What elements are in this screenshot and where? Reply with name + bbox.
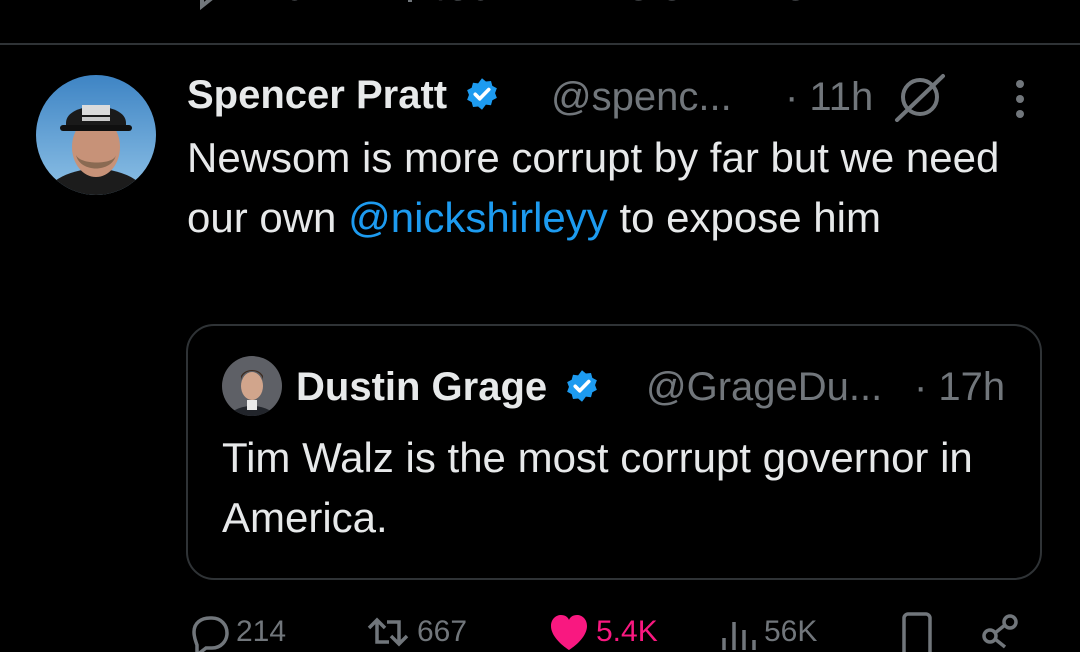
views-button[interactable]: 56K [718, 612, 817, 652]
avatar[interactable] [36, 75, 156, 195]
verified-badge-icon [567, 370, 598, 402]
share-icon[interactable] [1000, 0, 1030, 23]
share-button[interactable] [980, 612, 1026, 652]
bookmark-icon[interactable] [900, 0, 936, 23]
tweet-time[interactable]: · 11h [785, 70, 873, 124]
views-count: 56K [764, 615, 818, 648]
reply-icon[interactable] [192, 0, 236, 23]
author-handle[interactable]: @spenc... [551, 70, 732, 124]
quote-author-handle[interactable]: @GrageDu... [646, 360, 882, 414]
previous-tweet-actions: 110 450 13.3K 181K [0, 0, 1080, 12]
quote-author-name-text: Dustin Grage [296, 365, 548, 409]
author-name-text: Spencer Pratt [187, 73, 448, 117]
like-button[interactable]: 5.4K [548, 612, 658, 652]
author-name[interactable]: Spencer Pratt [187, 68, 500, 122]
bookmark-icon [902, 612, 932, 652]
reply-count: 110 [242, 0, 306, 12]
share-icon [982, 614, 1018, 649]
repost-button[interactable]: 667 [365, 612, 467, 652]
views-count: 181K [762, 0, 855, 12]
reply-icon [192, 616, 229, 652]
repost-count: 450 [425, 0, 492, 12]
repost-icon [367, 617, 409, 647]
more-icon[interactable] [1005, 78, 1035, 120]
mention-link[interactable]: @nickshirleyy [348, 194, 608, 241]
verified-badge-icon [467, 78, 498, 110]
repost-icon[interactable] [370, 0, 420, 23]
quote-avatar[interactable] [222, 356, 282, 416]
views-icon[interactable] [723, 0, 759, 23]
like-icon[interactable] [553, 0, 597, 23]
reply-button[interactable]: 214 [190, 612, 286, 652]
quote-text: Tim Walz is the most corrupt governor in… [222, 434, 973, 541]
heart-filled-icon [551, 615, 587, 650]
quote-time[interactable]: · 17h [914, 360, 1005, 414]
tweet-actions: 214 667 5.4K 56K [0, 612, 1080, 652]
quote-author-name[interactable]: Dustin Grage [296, 360, 600, 414]
tweet-text: Newsom is more corrupt by far but we nee… [187, 128, 1047, 248]
views-icon [722, 622, 756, 650]
like-count: 13.3K [605, 0, 710, 12]
repost-count: 667 [417, 615, 468, 648]
divider [0, 43, 1080, 45]
tweet-text-after: to expose him [607, 194, 881, 241]
reply-count: 214 [236, 615, 287, 648]
like-count: 5.4K [596, 615, 658, 648]
grok-icon[interactable] [893, 72, 947, 122]
bookmark-button[interactable] [900, 612, 940, 652]
